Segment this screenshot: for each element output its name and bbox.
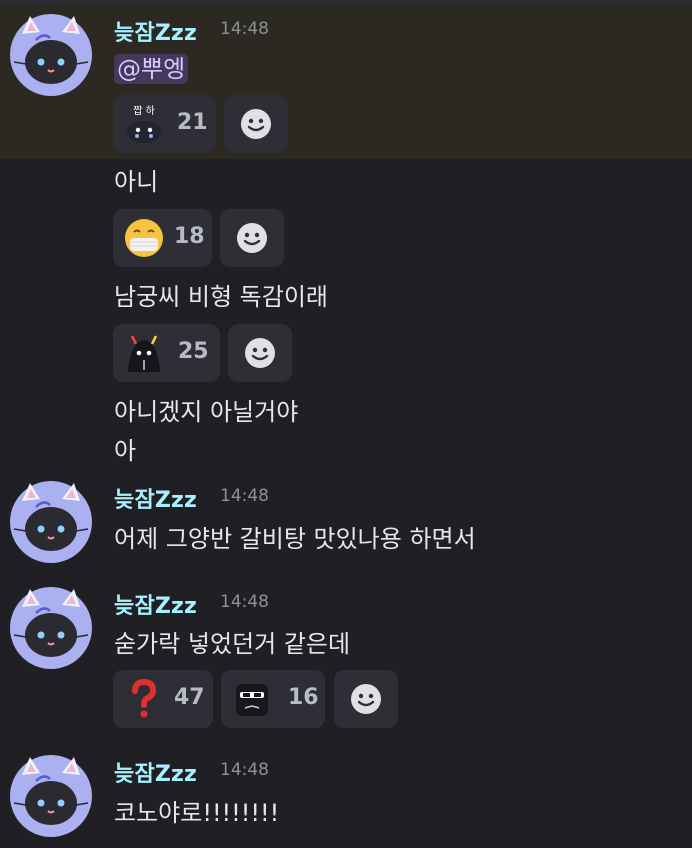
jjapha-sticker-icon: 짭 하 — [123, 103, 165, 145]
reaction-pill[interactable]: 16 — [221, 670, 325, 728]
username[interactable]: 늦잠Zzz — [114, 15, 197, 47]
username[interactable]: 늦잠Zzz — [114, 482, 197, 514]
timestamp: 14:48 — [220, 760, 269, 780]
user-avatar[interactable] — [8, 12, 94, 98]
user-avatar[interactable] — [8, 479, 94, 565]
svg-text:짭 하: 짭 하 — [133, 104, 155, 117]
reaction-count: 25 — [178, 339, 209, 364]
message-text: 남궁씨 비형 독감이래 — [114, 283, 328, 311]
reaction-pill[interactable]: 47 — [113, 670, 213, 728]
username[interactable]: 늦잠Zzz — [114, 588, 197, 620]
message-group-highlighted: 늦잠Zzz 14:48 @뿌엥 짭 하 21 — [0, 5, 692, 159]
reaction-count: 47 — [174, 685, 205, 710]
message-text: @뿌엥 — [114, 49, 189, 84]
timestamp: 14:48 — [220, 592, 269, 612]
message-text: 아니겠지 아닐거야 — [114, 398, 299, 426]
smiley-icon — [351, 684, 381, 714]
cat-avatar-icon — [10, 14, 92, 96]
user-avatar[interactable] — [8, 753, 94, 839]
timestamp: 14:48 — [220, 19, 269, 39]
black-blob-sticker-icon — [123, 332, 165, 374]
message-text: 아 — [114, 437, 137, 465]
message-text: 아니 — [114, 168, 159, 196]
username[interactable]: 늦잠Zzz — [114, 756, 197, 788]
smiley-icon — [241, 109, 271, 139]
add-reaction-button[interactable] — [220, 209, 284, 267]
cat-avatar-icon — [10, 587, 92, 669]
message-text: 코노야로!!!!!!!! — [114, 799, 280, 827]
reaction-count: 16 — [288, 685, 319, 710]
cat-avatar-icon — [10, 755, 92, 837]
add-reaction-button[interactable] — [228, 324, 292, 382]
message-text: 어제 그양반 갈비탕 맛있나용 하면서 — [114, 525, 476, 553]
add-reaction-button[interactable] — [224, 95, 288, 153]
sunglasses-face-icon — [231, 678, 273, 720]
smiley-icon — [245, 338, 275, 368]
timestamp: 14:48 — [220, 486, 269, 506]
reaction-pill[interactable]: 18 — [113, 209, 212, 267]
red-question-icon — [123, 678, 165, 720]
mask-face-icon — [123, 217, 165, 259]
smiley-icon — [237, 223, 267, 253]
user-avatar[interactable] — [8, 585, 94, 671]
reaction-pill[interactable]: 25 — [113, 324, 220, 382]
reaction-count: 21 — [177, 110, 208, 135]
reaction-pill[interactable]: 짭 하 21 — [113, 95, 216, 153]
reaction-count: 18 — [174, 224, 205, 249]
cat-avatar-icon — [10, 481, 92, 563]
add-reaction-button[interactable] — [334, 670, 398, 728]
user-mention[interactable]: @뿌엥 — [114, 54, 189, 84]
message-text: 숟가락 넣었던거 같은데 — [114, 630, 351, 658]
